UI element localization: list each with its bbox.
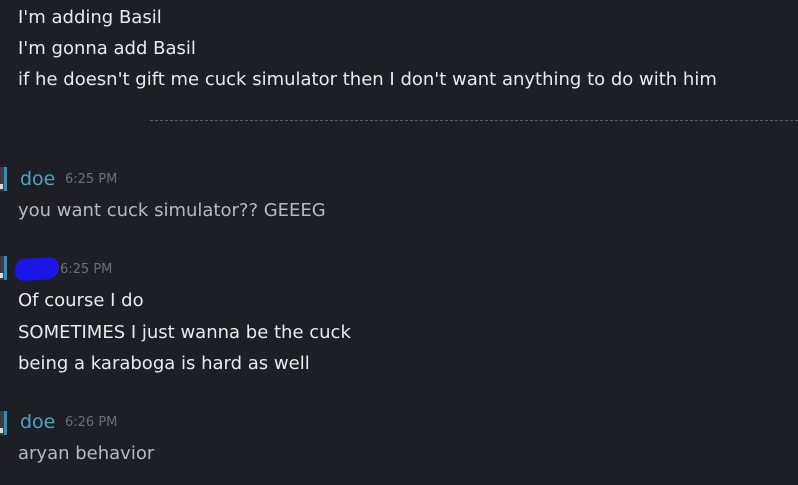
message-line: SOMETIMES I just wanna be the cuck: [18, 322, 351, 343]
message-line: I'm adding Basil: [18, 7, 162, 28]
message-line: you want cuck simulator?? GEEEG: [18, 200, 326, 221]
avatar[interactable]: [0, 167, 7, 191]
chat-log: I'm adding Basil I'm gonna add Basil if …: [0, 0, 798, 485]
message-line: if he doesn't gift me cuck simulator the…: [18, 69, 717, 90]
message-line: being a karaboga is hard as well: [18, 353, 310, 374]
avatar[interactable]: [0, 411, 7, 435]
message-line: aryan behavior: [18, 443, 155, 464]
message-line: Of course I do: [18, 290, 144, 311]
message-timestamp: 6:25 PM: [65, 172, 118, 187]
new-messages-divider: [150, 120, 798, 121]
sender-name[interactable]: doe: [20, 167, 55, 191]
message-line: I'm gonna add Basil: [18, 38, 196, 59]
sender-name[interactable]: doe: [20, 410, 55, 434]
message-timestamp: 6:25 PM: [60, 262, 113, 277]
redaction-scribble: [14, 256, 60, 282]
avatar[interactable]: [0, 256, 7, 280]
message-timestamp: 6:26 PM: [65, 415, 118, 430]
